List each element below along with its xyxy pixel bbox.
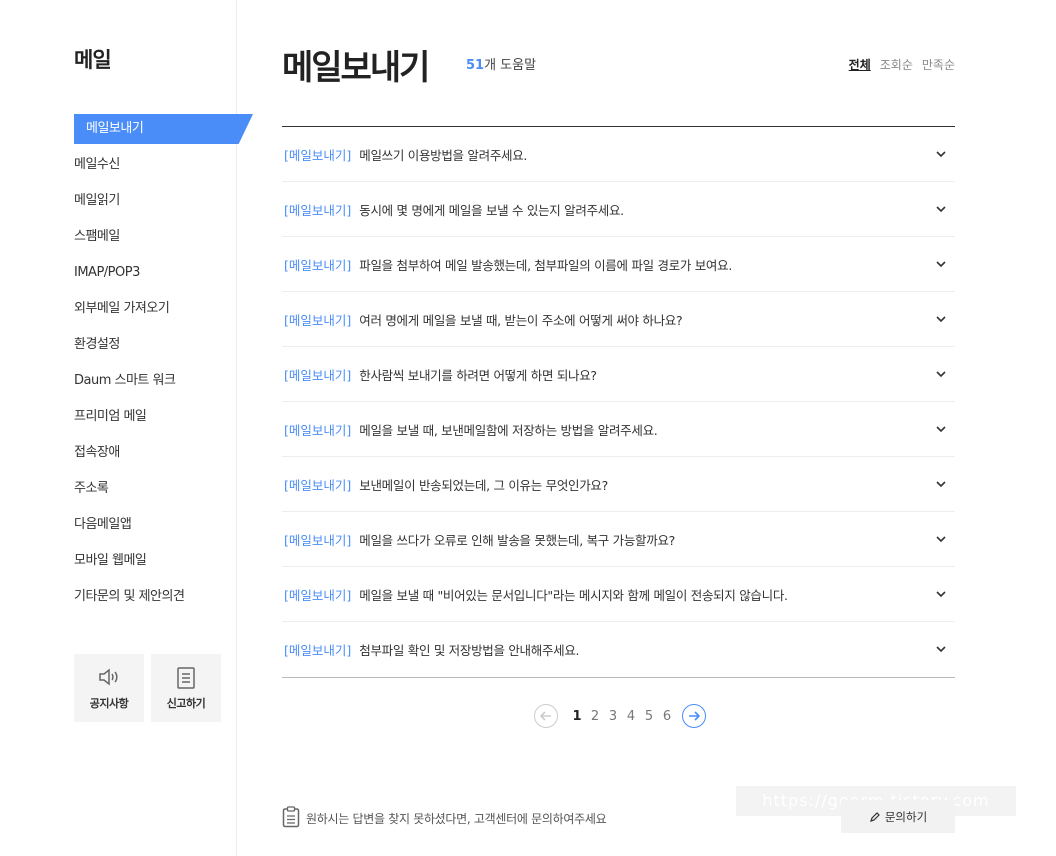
footer-note-text: 원하시는 답변을 찾지 못하셨다면, 고객센터에 문의하여주세요 <box>306 812 607 826</box>
chevron-down-icon <box>936 206 946 213</box>
sidebar-item-other-inquiry[interactable]: 기타문의 및 제안의견 <box>0 582 237 618</box>
page-number[interactable]: 6 <box>658 709 676 724</box>
faq-question: 여러 명에게 메일을 보낼 때, 받는이 주소에 어떻게 써야 하나요? <box>359 312 683 328</box>
faq-item[interactable]: [메일보내기] 메일쓰기 이용방법을 알려주세요. <box>282 127 955 182</box>
report-icon <box>151 666 221 692</box>
page-number[interactable]: 1 <box>568 709 586 724</box>
contact-button[interactable]: 문의하기 <box>841 800 955 833</box>
sort-views[interactable]: 조회순 <box>880 56 913 73</box>
faq-item[interactable]: [메일보내기] 보낸메일이 반송되었는데, 그 이유는 무엇인가요? <box>282 457 955 512</box>
sidebar-item-connection-error[interactable]: 접속장애 <box>0 438 237 474</box>
sidebar-item-imap-pop3[interactable]: IMAP/POP3 <box>0 258 237 294</box>
chevron-down-icon <box>936 151 946 158</box>
page-title: 메일보내기 <box>282 48 430 88</box>
sort-options: 전체 조회순 만족순 <box>849 56 955 73</box>
sidebar-item-settings[interactable]: 환경설정 <box>0 330 237 366</box>
faq-item[interactable]: [메일보내기] 첨부파일 확인 및 저장방법을 안내해주세요. <box>282 622 955 677</box>
sidebar-item-smart-work[interactable]: Daum 스마트 워크 <box>0 366 237 402</box>
sidebar-item-mail-app[interactable]: 다음메일앱 <box>0 510 237 546</box>
sidebar-item-address-book[interactable]: 주소록 <box>0 474 237 510</box>
sidebar-nav: 메일보내기 메일수신 메일읽기 스팸메일 IMAP/POP3 외부메일 가져오기… <box>0 114 253 618</box>
faq-question: 메일을 보낼 때 "비어있는 문서입니다"라는 메시지와 함께 메일이 전송되지… <box>359 587 788 603</box>
sidebar-item-mobile-webmail[interactable]: 모바일 웹메일 <box>0 546 237 582</box>
page-number[interactable]: 2 <box>586 709 604 724</box>
faq-item[interactable]: [메일보내기] 여러 명에게 메일을 보낼 때, 받는이 주소에 어떻게 써야 하… <box>282 292 955 347</box>
faq-category: [메일보내기] <box>284 147 352 163</box>
page-number[interactable]: 5 <box>640 709 658 724</box>
sidebar-item-external-mail[interactable]: 외부메일 가져오기 <box>0 294 237 330</box>
report-button[interactable]: 신고하기 <box>151 654 221 722</box>
faq-question: 메일쓰기 이용방법을 알려주세요. <box>359 147 528 163</box>
arrow-left-icon <box>539 711 551 721</box>
report-label: 신고하기 <box>166 697 206 710</box>
sidebar-item-premium-mail[interactable]: 프리미엄 메일 <box>0 402 237 438</box>
contact-label: 문의하기 <box>884 809 928 824</box>
faq-item[interactable]: [메일보내기] 동시에 몇 명에게 메일을 보낼 수 있는지 알려주세요. <box>282 182 955 237</box>
pencil-icon <box>869 811 880 822</box>
sidebar-buttons: 공지사항 신고하기 <box>74 654 221 722</box>
faq-item[interactable]: [메일보내기] 파일을 첨부하여 메일 발송했는데, 첨부파일의 이름에 파일 경… <box>282 237 955 292</box>
chevron-down-icon <box>936 536 946 543</box>
faq-category: [메일보내기] <box>284 532 352 548</box>
sidebar: 메일 메일보내기 메일수신 메일읽기 스팸메일 IMAP/POP3 외부메일 가… <box>0 0 253 856</box>
chevron-down-icon <box>936 261 946 268</box>
faq-item[interactable]: [메일보내기] 메일을 쓰다가 오류로 인해 발송을 못했는데, 복구 가능할까요… <box>282 512 955 567</box>
page-numbers: 123456 <box>568 709 676 724</box>
faq-item[interactable]: [메일보내기] 메일을 보낼 때, 보낸메일함에 저장하는 방법을 알려주세요. <box>282 402 955 457</box>
faq-question: 동시에 몇 명에게 메일을 보낼 수 있는지 알려주세요. <box>359 202 624 218</box>
sort-all[interactable]: 전체 <box>849 56 871 73</box>
chevron-down-icon <box>936 646 946 653</box>
chevron-down-icon <box>936 426 946 433</box>
sidebar-title: 메일 <box>74 48 112 72</box>
next-page-button[interactable] <box>682 704 706 728</box>
clipboard-icon <box>282 806 300 831</box>
pagination: 123456 <box>534 704 706 728</box>
faq-list: [메일보내기] 메일쓰기 이용방법을 알려주세요. [메일보내기] 동시에 몇 명에게… <box>282 126 955 678</box>
speaker-icon <box>74 666 144 692</box>
sort-satisfaction[interactable]: 만족순 <box>922 56 955 73</box>
chevron-down-icon <box>936 591 946 598</box>
faq-question: 파일을 첨부하여 메일 발송했는데, 첨부파일의 이름에 파일 경로가 보여요. <box>359 257 733 273</box>
faq-category: [메일보내기] <box>284 587 352 603</box>
arrow-right-icon <box>689 711 701 721</box>
sidebar-item-send-mail[interactable]: 메일보내기 <box>0 114 253 150</box>
faq-category: [메일보내기] <box>284 312 352 328</box>
footer-note: 원하시는 답변을 찾지 못하셨다면, 고객센터에 문의하여주세요 <box>282 806 607 831</box>
prev-page-button[interactable] <box>534 704 558 728</box>
sidebar-item-receive-mail[interactable]: 메일수신 <box>0 150 237 186</box>
faq-category: [메일보내기] <box>284 643 352 658</box>
faq-item[interactable]: [메일보내기] 메일을 보낼 때 "비어있는 문서입니다"라는 메시지와 함께 메… <box>282 567 955 622</box>
faq-category: [메일보내기] <box>284 367 352 383</box>
faq-question: 메일을 쓰다가 오류로 인해 발송을 못했는데, 복구 가능할까요? <box>359 532 675 548</box>
faq-category: [메일보내기] <box>284 422 352 438</box>
faq-question: 보낸메일이 반송되었는데, 그 이유는 무엇인가요? <box>359 477 608 493</box>
faq-category: [메일보내기] <box>284 202 352 218</box>
faq-category: [메일보내기] <box>284 477 352 493</box>
page-number[interactable]: 3 <box>604 709 622 724</box>
faq-question: 메일을 보낼 때, 보낸메일함에 저장하는 방법을 알려주세요. <box>359 422 658 438</box>
page-number[interactable]: 4 <box>622 709 640 724</box>
chevron-down-icon <box>936 481 946 488</box>
help-count: 51개 도움말 <box>466 58 537 73</box>
faq-question: 한사람씩 보내기를 하려면 어떻게 하면 되나요? <box>359 367 597 383</box>
sidebar-item-spam-mail[interactable]: 스팸메일 <box>0 222 237 258</box>
notice-label: 공지사항 <box>89 697 129 710</box>
sidebar-item-read-mail[interactable]: 메일읽기 <box>0 186 237 222</box>
notice-button[interactable]: 공지사항 <box>74 654 144 722</box>
chevron-down-icon <box>936 316 946 323</box>
faq-item[interactable]: [메일보내기] 한사람씩 보내기를 하려면 어떻게 하면 되나요? <box>282 347 955 402</box>
faq-category: [메일보내기] <box>284 257 352 273</box>
faq-question: 첨부파일 확인 및 저장방법을 안내해주세요. <box>359 643 580 658</box>
chevron-down-icon <box>936 371 946 378</box>
